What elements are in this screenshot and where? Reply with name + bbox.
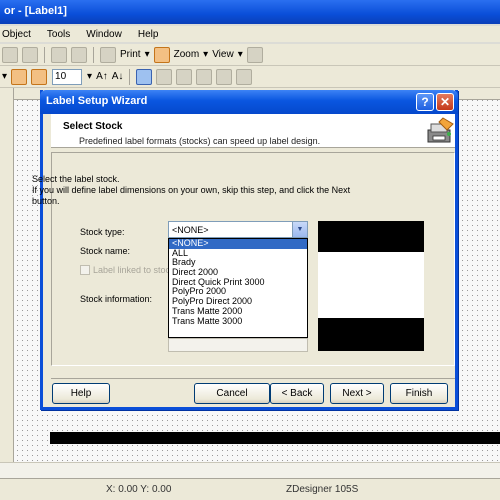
back-button[interactable]: < Back bbox=[270, 383, 324, 404]
wizard-header: Select Stock Predefined label formats (s… bbox=[51, 114, 455, 148]
checkbox-label: Label linked to stock bbox=[93, 265, 175, 275]
printer-wizard-icon bbox=[427, 117, 454, 143]
menu-help[interactable]: Help bbox=[130, 29, 167, 40]
justify-icon[interactable] bbox=[236, 68, 253, 85]
view-button[interactable]: View bbox=[212, 49, 234, 60]
align-right-icon[interactable] bbox=[216, 68, 233, 85]
toolbar-separator bbox=[129, 68, 131, 85]
printer-name: ZDesigner 105S bbox=[286, 484, 359, 495]
linked-to-stock-checkbox[interactable]: Label linked to stock bbox=[80, 265, 175, 275]
chevron-down-icon[interactable]: ▾ bbox=[87, 71, 92, 82]
copy-icon[interactable] bbox=[71, 46, 87, 63]
label-edge bbox=[50, 432, 500, 444]
button-divider bbox=[51, 378, 455, 379]
horizontal-scrollbar[interactable] bbox=[0, 462, 500, 478]
ruler-vertical bbox=[0, 88, 14, 478]
bold-icon[interactable] bbox=[136, 68, 153, 85]
chevron-down-icon[interactable]: ▼ bbox=[292, 222, 307, 237]
italic-icon[interactable] bbox=[156, 68, 173, 85]
font-shrink-icon[interactable]: A↓ bbox=[112, 71, 124, 82]
help-button[interactable]: Help bbox=[52, 383, 110, 404]
stock-name-label: Stock name: bbox=[80, 246, 131, 256]
list-item[interactable]: Trans Matte 3000 bbox=[169, 316, 307, 327]
align-left-icon[interactable] bbox=[176, 68, 193, 85]
paste-icon[interactable] bbox=[22, 46, 38, 63]
zoom-icon[interactable] bbox=[153, 46, 170, 63]
finish-button[interactable]: Finish bbox=[390, 383, 448, 404]
stock-info-scrollbar bbox=[168, 338, 308, 352]
stock-information-label: Stock information: bbox=[80, 294, 153, 304]
instruction-text: Select the label stock. bbox=[32, 174, 120, 184]
new-icon[interactable] bbox=[2, 46, 18, 63]
toolbar-separator bbox=[44, 46, 45, 63]
checkbox-box[interactable] bbox=[80, 265, 90, 275]
font-grow-icon[interactable]: A↑ bbox=[96, 71, 108, 82]
chevron-down-icon[interactable]: ▾ bbox=[145, 49, 150, 60]
save-icon[interactable] bbox=[51, 46, 67, 63]
chevron-down-icon[interactable]: ▾ bbox=[238, 49, 243, 60]
font-size-input[interactable]: 10 bbox=[52, 68, 83, 85]
list-item[interactable]: <NONE> bbox=[169, 238, 307, 249]
next-button[interactable]: Next > bbox=[330, 383, 384, 404]
question-icon[interactable]: ? bbox=[416, 93, 434, 111]
app-title-bar: or - [Label1] bbox=[0, 0, 500, 24]
status-bar: X: 0.00 Y: 0.00 ZDesigner 105S bbox=[0, 478, 500, 500]
formatting-toolbar: ▾ 10 ▾ A↑ A↓ bbox=[0, 66, 500, 88]
menu-tools[interactable]: Tools bbox=[39, 29, 78, 40]
text-tool-icon[interactable] bbox=[31, 68, 48, 85]
label-preview bbox=[318, 221, 424, 351]
dialog-title-bar: Label Setup Wizard ? ✕ bbox=[40, 90, 458, 114]
cancel-button[interactable]: Cancel bbox=[194, 383, 270, 404]
stock-type-value: <NONE> bbox=[172, 225, 209, 235]
dialog-title: Label Setup Wizard bbox=[46, 95, 148, 107]
menu-object[interactable]: Object bbox=[0, 29, 39, 40]
menu-window[interactable]: Window bbox=[78, 29, 130, 40]
help-icon[interactable] bbox=[246, 46, 263, 63]
standard-toolbar: Print ▾ Zoom ▾ View ▾ bbox=[0, 44, 500, 66]
step-description: Predefined label formats (stocks) can sp… bbox=[79, 136, 321, 146]
instruction-detail: If you will define label dimensions on y… bbox=[32, 185, 351, 206]
print-button[interactable]: Print bbox=[120, 49, 141, 60]
chevron-down-icon[interactable]: ▾ bbox=[203, 49, 208, 60]
stock-type-select[interactable]: <NONE> ▼ bbox=[168, 221, 308, 238]
align-center-icon[interactable] bbox=[196, 68, 213, 85]
stock-type-dropdown[interactable]: <NONE> ALL Brady Direct 2000 Direct Quic… bbox=[168, 238, 308, 338]
menu-bar: Object Tools Window Help bbox=[0, 26, 500, 42]
chevron-down-icon[interactable]: ▾ bbox=[2, 71, 7, 82]
pointer-icon[interactable] bbox=[11, 68, 28, 85]
toolbar-separator bbox=[93, 46, 94, 63]
preview-label-area bbox=[318, 252, 424, 318]
cursor-position: X: 0.00 Y: 0.00 bbox=[106, 484, 172, 495]
stock-type-label: Stock type: bbox=[80, 227, 125, 237]
app-title: or - [Label1] bbox=[4, 5, 67, 17]
zoom-button[interactable]: Zoom bbox=[174, 49, 200, 60]
close-icon[interactable]: ✕ bbox=[436, 93, 454, 111]
step-title: Select Stock bbox=[63, 121, 123, 132]
printer-icon[interactable] bbox=[100, 46, 116, 63]
